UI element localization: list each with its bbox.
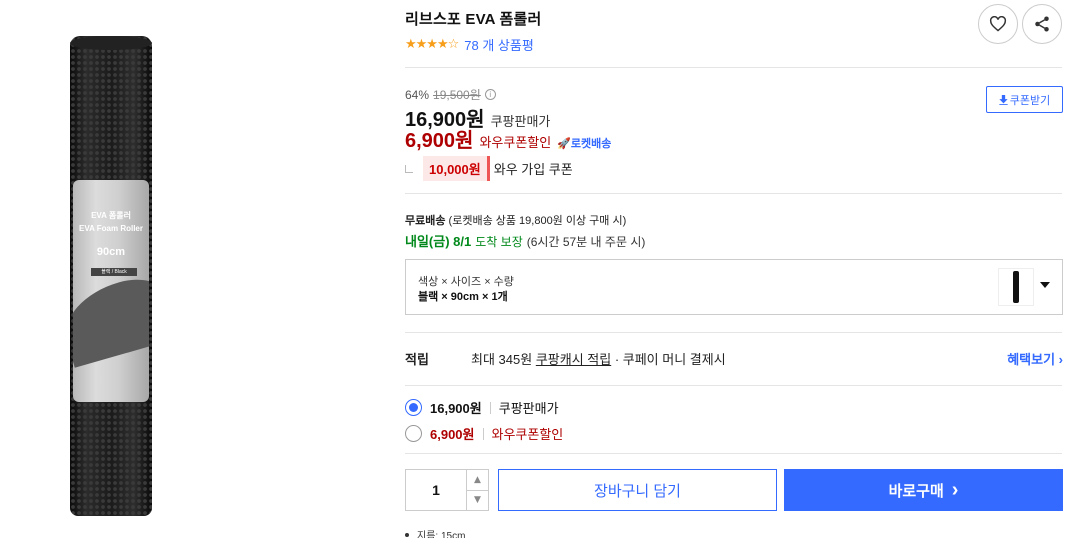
buy-now-label: 바로구매 xyxy=(888,482,944,500)
heart-icon xyxy=(989,16,1007,32)
rocket-delivery-badge: 🚀로켓배송 xyxy=(557,138,612,150)
wow-price-label: 와우쿠폰할인 xyxy=(479,135,552,150)
divider xyxy=(405,453,1062,454)
divider xyxy=(405,67,1062,68)
package-color: 블랙 / Black xyxy=(91,268,137,276)
discount-row: 64% 19,500원 i xyxy=(405,86,496,103)
tree-elbow-icon xyxy=(405,164,413,173)
share-icon xyxy=(1035,16,1049,32)
price-option-label: 쿠팡판매가 xyxy=(498,401,559,416)
separator xyxy=(489,401,491,414)
price-option-price: 6,900원 xyxy=(430,427,475,442)
original-price: 19,500원 xyxy=(433,88,481,102)
option-selected-value: 블랙 × 90cm × 1개 xyxy=(418,291,508,303)
option-header: 색상 × 사이즈 × 수량 xyxy=(418,276,514,288)
get-coupon-button[interactable]: 쿠폰받기 xyxy=(986,86,1063,113)
coupang-cash-link[interactable]: 쿠팡캐시 적립 xyxy=(536,352,611,367)
option-thumbnail xyxy=(998,268,1034,306)
price-option-label: 와우쿠폰할인 xyxy=(491,427,564,442)
product-image[interactable]: EVA 폼롤러 EVA Foam Roller 90cm 블랙 / Black xyxy=(0,0,230,538)
divider xyxy=(405,193,1062,194)
wow-price: 6,900원 xyxy=(405,130,474,152)
get-coupon-label: 쿠폰받기 xyxy=(1009,94,1051,107)
free-shipping-detail: (로켓배송 상품 19,800원 이상 구매 시) xyxy=(448,215,627,227)
review-count-link[interactable]: 78 개 상품평 xyxy=(464,35,534,54)
divider xyxy=(405,332,1062,333)
quantity-stepper[interactable]: 1 ▲ ▼ xyxy=(405,469,489,511)
price-option-price: 16,900원 xyxy=(430,401,482,416)
share-button[interactable] xyxy=(1022,4,1062,44)
separator xyxy=(482,427,484,440)
product-package-label: EVA 폼롤러 EVA Foam Roller 90cm 블랙 / Black xyxy=(73,180,149,402)
buy-now-button[interactable]: 바로구매 › xyxy=(784,469,1063,511)
bullet-icon xyxy=(405,532,409,537)
wow-signup-coupon: 10,000원 와우 가입 쿠폰 xyxy=(405,156,573,181)
free-shipping-info: 무료배송 (로켓배송 상품 19,800원 이상 구매 시) xyxy=(405,212,626,228)
view-benefits-link[interactable]: 혜택보기 › xyxy=(1007,349,1063,368)
info-icon[interactable]: i xyxy=(484,89,496,100)
coupon-label: 와우 가입 쿠폰 xyxy=(493,162,573,177)
arrival-info: 내일(금) 8/1 도착 보장 (6시간 57분 내 주문 시) xyxy=(405,231,645,250)
chevron-right-icon: › xyxy=(951,478,959,501)
spec-list-item: 지름: 15cm xyxy=(405,527,465,538)
download-icon xyxy=(999,94,1008,105)
price-option-sale[interactable]: 16,900원 쿠팡판매가 xyxy=(405,398,559,417)
arrival-guarantee: 도착 보장 xyxy=(475,235,523,249)
reward-label: 적립 xyxy=(405,352,429,367)
radio-selected[interactable] xyxy=(405,399,422,416)
rating-row: ★★★★☆ 78 개 상품평 xyxy=(405,35,534,54)
price-option-wow[interactable]: 6,900원 와우쿠폰할인 xyxy=(405,424,563,443)
add-to-cart-button[interactable]: 장바구니 담기 xyxy=(498,469,777,511)
divider xyxy=(405,385,1062,386)
package-title-en: EVA Foam Roller xyxy=(78,224,143,233)
quantity-input[interactable]: 1 xyxy=(406,470,466,510)
dropdown-arrow-icon xyxy=(1040,282,1050,288)
reward-amount: 최대 345원 xyxy=(471,352,533,367)
reward-text: 최대 345원 쿠팡캐시 적립 · 쿠페이 머니 결제시 xyxy=(471,349,726,368)
arrival-deadline: (6시간 57분 내 주문 시) xyxy=(526,235,646,249)
rating-stars: ★★★★☆ xyxy=(405,37,459,52)
product-title: 리브스포 EVA 폼롤러 xyxy=(405,11,542,28)
option-selector[interactable]: 색상 × 사이즈 × 수량 블랙 × 90cm × 1개 xyxy=(405,259,1063,315)
favorite-button[interactable] xyxy=(978,4,1018,44)
package-title-kr: EVA 폼롤러 xyxy=(91,211,131,220)
foam-roller-image: EVA 폼롤러 EVA Foam Roller 90cm 블랙 / Black xyxy=(70,36,152,516)
reward-condition: · 쿠페이 머니 결제시 xyxy=(614,352,726,367)
arrival-date: 내일(금) 8/1 xyxy=(405,234,472,249)
quantity-down-icon[interactable]: ▼ xyxy=(467,491,488,511)
coupon-amount: 10,000원 xyxy=(423,156,490,181)
package-size: 90cm xyxy=(96,246,126,258)
spec-text: 지름: 15cm xyxy=(417,531,466,538)
discount-percent: 64% xyxy=(405,87,430,102)
wow-price-row: 6,900원 와우쿠폰할인 🚀로켓배송 xyxy=(405,124,611,153)
free-shipping-label: 무료배송 xyxy=(405,215,446,227)
radio-unselected[interactable] xyxy=(405,425,422,442)
quantity-up-icon[interactable]: ▲ xyxy=(467,470,488,491)
